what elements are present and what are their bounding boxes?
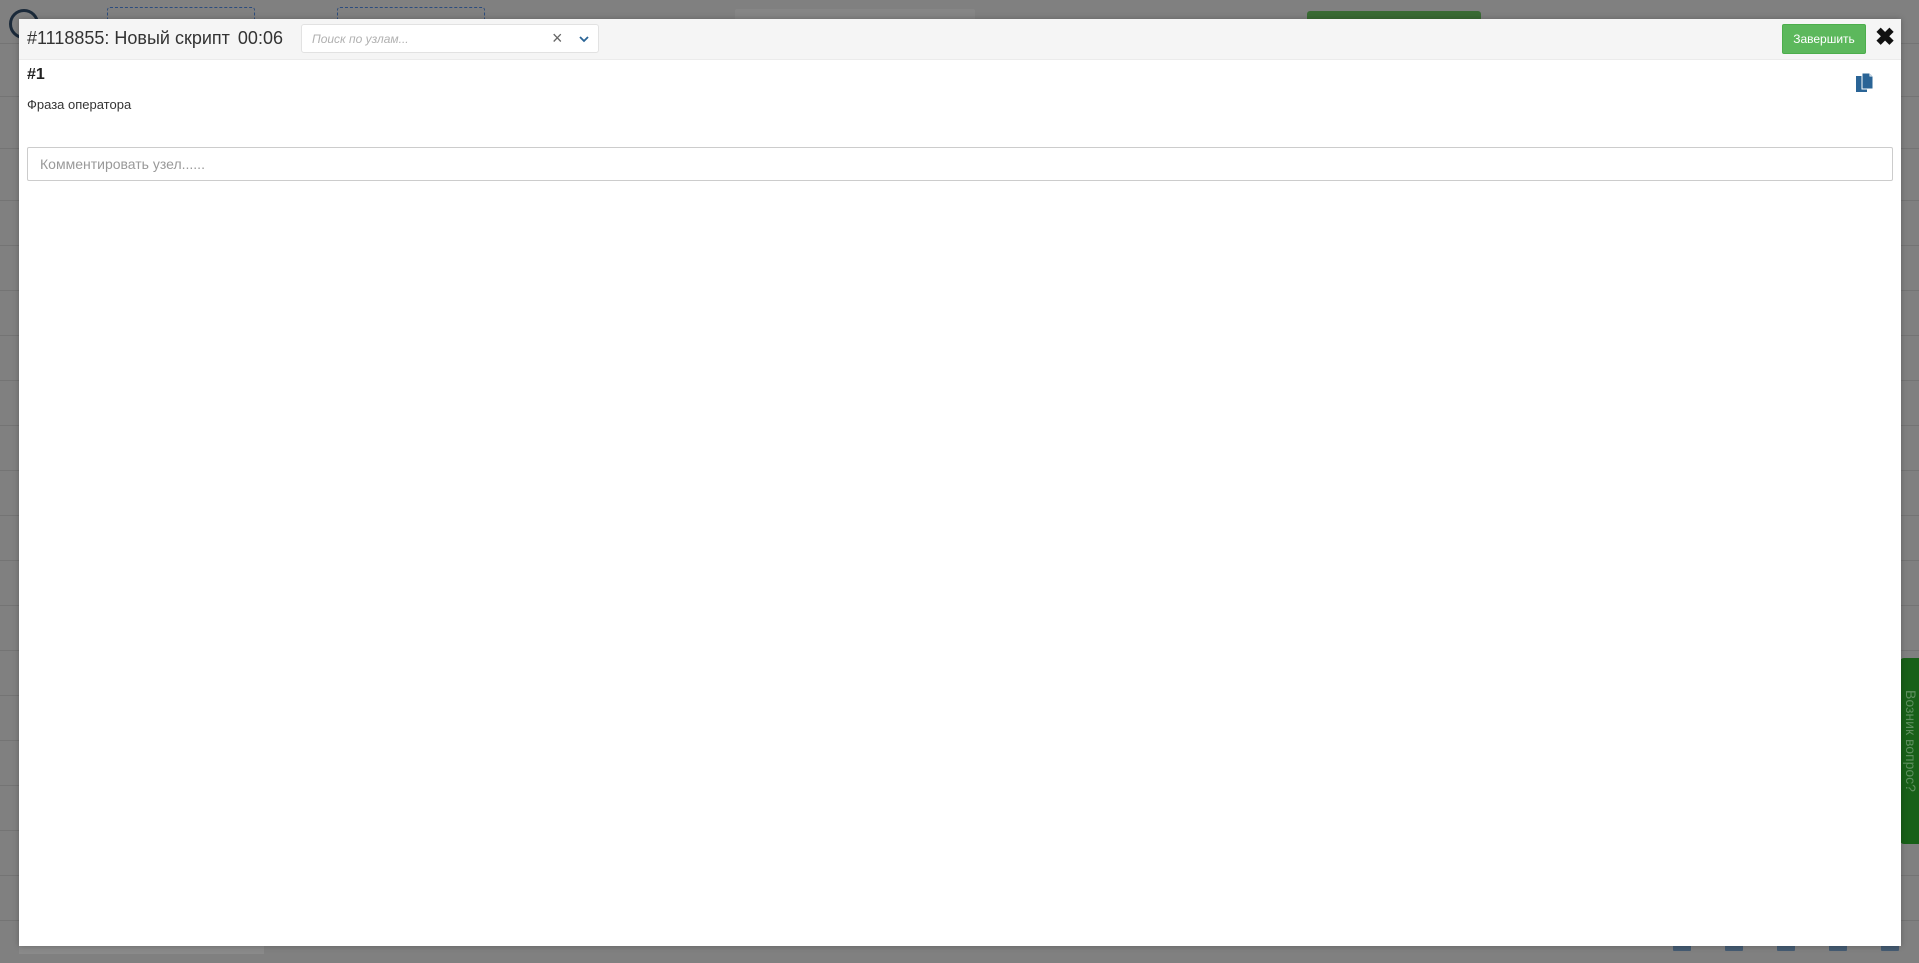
node-text: Фраза оператора [27,97,132,112]
script-timer: 00:06 [237,28,283,48]
bg-bottom-strip [19,945,264,954]
finish-button[interactable]: Завершить [1782,24,1866,54]
node-search[interactable]: × [301,24,599,53]
node-search-input[interactable] [312,30,532,48]
times-icon[interactable]: × [552,28,563,48]
node-comment-input[interactable] [27,147,1893,181]
close-icon[interactable]: ✖ [1874,26,1896,50]
node-number: #1 [27,66,45,83]
modal-header: #1118855: Новый скрипт00:06 × Завершить … [19,19,1901,60]
script-modal: #1118855: Новый скрипт00:06 × Завершить … [19,19,1901,946]
modal-title: #1118855: Новый скрипт 00:06 [27,28,283,49]
chevron-down-icon[interactable] [578,33,590,45]
feedback-side-tab-label: Возник вопрос? [1903,690,1919,792]
script-title: #1118855: Новый скрипт [27,28,230,48]
copy-icon[interactable] [1855,72,1875,94]
bg-bottom-toolbar [1569,945,1899,955]
